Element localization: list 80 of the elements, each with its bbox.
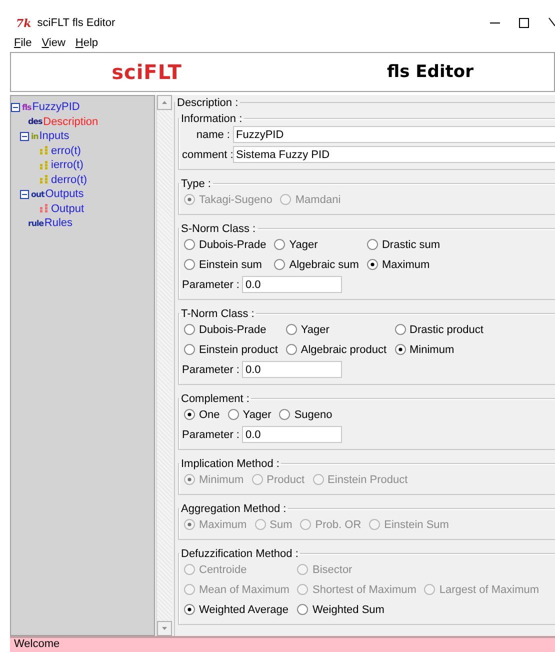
radio-button[interactable] <box>184 324 195 336</box>
tree-item[interactable]: erro(t) <box>51 144 81 157</box>
menu-item[interactable]: File <box>14 36 32 49</box>
type-label: fls <box>22 102 32 112</box>
radio-button[interactable] <box>286 324 297 336</box>
tree-item[interactable]: Output <box>51 202 84 215</box>
tree-item[interactable]: FuzzyPID <box>32 101 80 114</box>
option-label[interactable]: Yager <box>242 408 272 421</box>
field-label: Parameter : <box>182 428 240 441</box>
type-label: in <box>31 132 38 141</box>
option-label[interactable]: Dubois-Prade <box>199 238 266 251</box>
radio-button[interactable] <box>286 344 297 356</box>
collapse-toggle-icon[interactable] <box>20 190 29 199</box>
option-label[interactable]: Einstein product <box>199 344 278 356</box>
tree-item[interactable]: ierro(t) <box>51 159 84 172</box>
option-label[interactable]: Dubois-Prade <box>199 324 266 336</box>
tree-item[interactable]: Inputs <box>39 130 70 142</box>
option-label[interactable]: Drastic sum <box>382 238 440 251</box>
radio-button[interactable] <box>184 409 195 420</box>
parameter-field[interactable]: 0.0 <box>242 361 342 378</box>
option-label[interactable]: Sugeno <box>294 408 332 421</box>
group-title: Defuzzification Method : <box>180 548 300 560</box>
group-title: Description : <box>176 96 240 109</box>
text-field[interactable]: Sistema Fuzzy PID <box>233 146 555 164</box>
group-title: T-Norm Class : <box>180 308 256 320</box>
group-title: S-Norm Class : <box>180 222 257 235</box>
menu-item[interactable]: View <box>42 36 66 49</box>
option-label[interactable]: Maximum <box>382 258 430 271</box>
radio-button[interactable] <box>279 409 290 420</box>
field-label: comment : <box>182 148 230 161</box>
option-label[interactable]: Einstein sum <box>199 258 262 271</box>
group-title: Type : <box>180 178 212 190</box>
scroll-down-icon[interactable] <box>157 621 172 636</box>
radio-button[interactable] <box>184 239 195 250</box>
logo: sciFLT <box>112 60 182 84</box>
status-message: Welcome <box>14 638 60 650</box>
app-icon: 7k <box>16 16 32 30</box>
option-label[interactable]: Yager <box>300 324 330 336</box>
editor-title: fls Editor <box>387 62 474 82</box>
text-field[interactable]: FuzzyPID <box>233 126 555 144</box>
radio-button[interactable] <box>274 259 286 270</box>
option-label[interactable]: Algebraic sum <box>289 258 359 271</box>
radio-button[interactable] <box>274 239 286 250</box>
menu-item[interactable]: Help <box>75 36 98 49</box>
tree-item[interactable]: Rules <box>44 217 73 230</box>
option-label[interactable]: Weighted Average <box>199 604 288 616</box>
collapse-toggle-icon[interactable] <box>20 132 29 141</box>
window-title: sciFLT fls Editor <box>37 17 116 30</box>
group-title: Information : <box>180 112 244 125</box>
option-label[interactable]: Algebraic product <box>300 344 386 356</box>
radio-button[interactable] <box>297 604 308 616</box>
radio-button[interactable] <box>184 344 195 356</box>
tree-item[interactable]: Outputs <box>45 188 84 200</box>
radio-button[interactable] <box>184 604 195 616</box>
type-label: out <box>31 190 44 199</box>
parameter-field[interactable]: 0.0 <box>242 426 342 444</box>
option-label[interactable]: Weighted Sum <box>312 604 384 616</box>
type-label: rule <box>28 218 44 228</box>
option-label[interactable]: Minimum <box>410 344 454 356</box>
radio-button[interactable] <box>394 324 406 336</box>
option-label[interactable]: Drastic product <box>410 324 484 336</box>
radio-button[interactable] <box>184 259 195 270</box>
radio-button[interactable] <box>394 344 406 356</box>
group-title: Implication Method : <box>180 458 280 470</box>
field-label: Parameter : <box>182 278 240 291</box>
group-title: Complement : <box>180 392 250 405</box>
option-label[interactable]: One <box>199 408 220 421</box>
field-label: name : <box>195 128 230 141</box>
collapse-toggle-icon[interactable] <box>11 102 20 112</box>
radio-button[interactable] <box>366 259 378 270</box>
option-label[interactable]: Yager <box>289 238 318 251</box>
radio-button[interactable] <box>228 409 239 420</box>
field-label: Parameter : <box>182 364 240 376</box>
radio-button[interactable] <box>366 239 378 250</box>
parameter-field[interactable]: 0.0 <box>242 276 342 294</box>
group-title: Aggregation Method : <box>180 502 288 515</box>
tree-item[interactable]: derro(t) <box>51 174 88 186</box>
type-label: des <box>28 117 42 126</box>
scroll-up-icon[interactable] <box>157 94 172 110</box>
maximize-icon[interactable] <box>518 17 530 30</box>
